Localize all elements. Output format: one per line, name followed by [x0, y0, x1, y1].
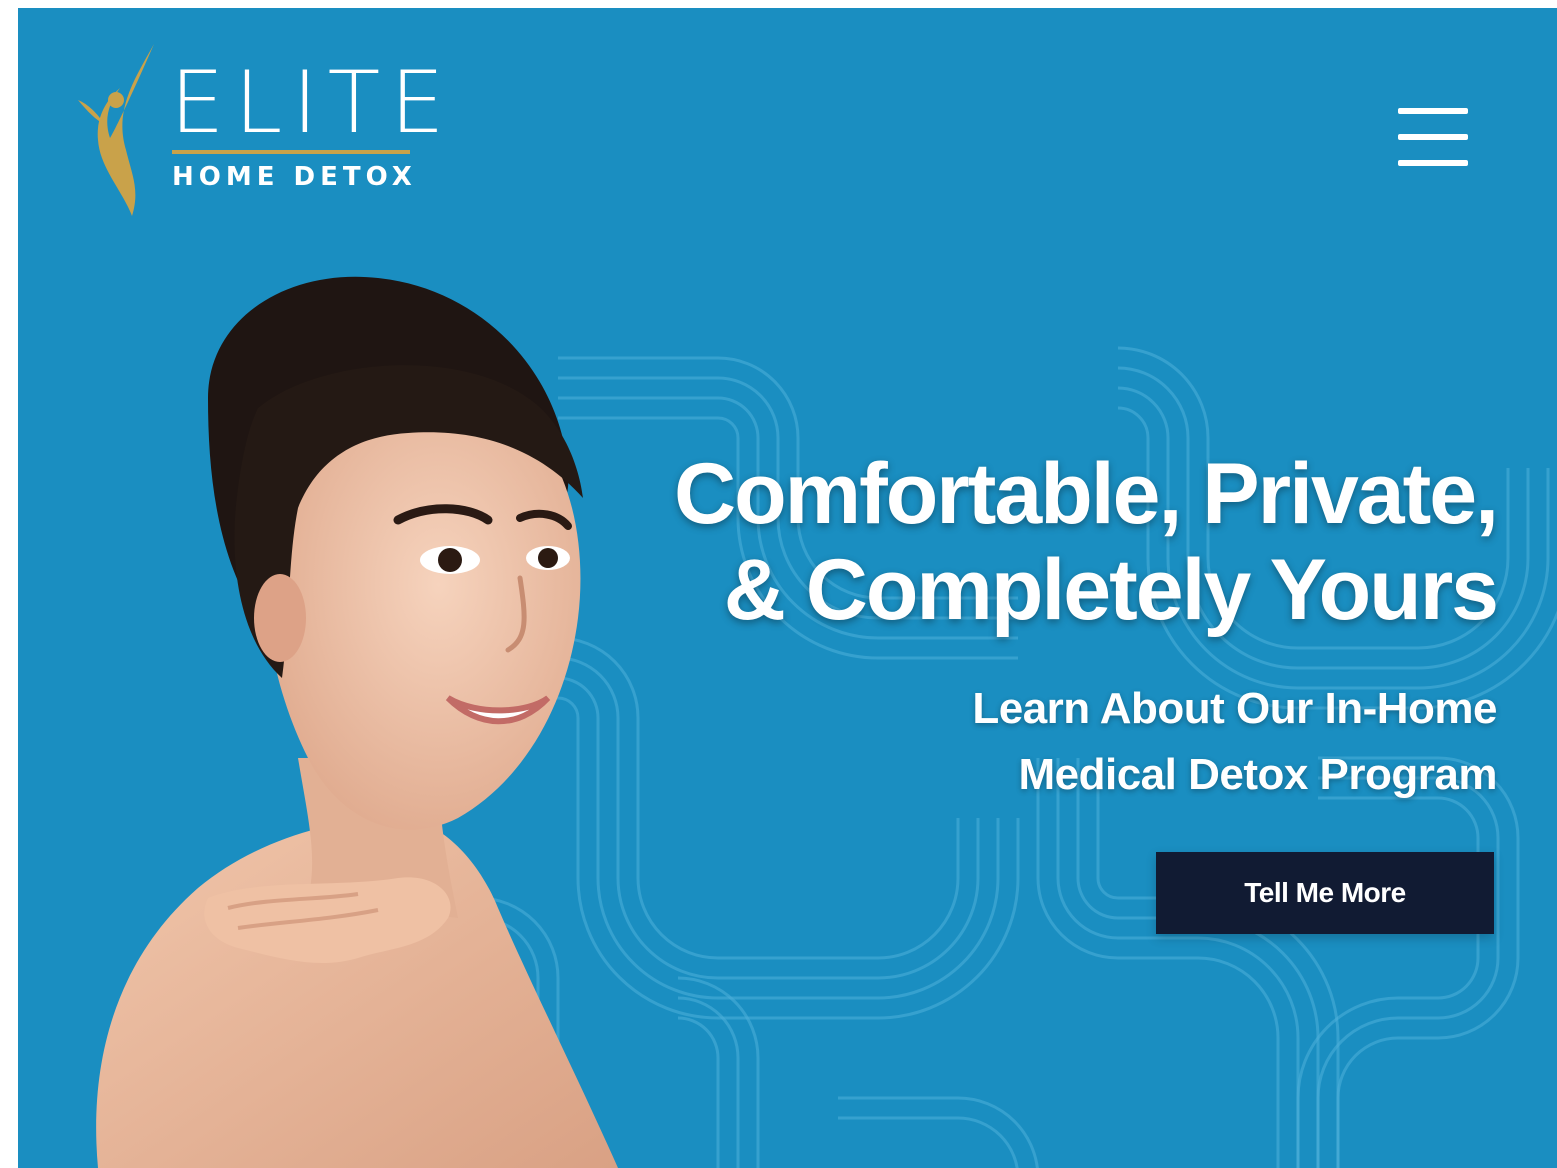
menu-bar-top	[1398, 108, 1468, 114]
logo-subtitle: HOME DETOX	[172, 162, 417, 192]
logo-divider	[172, 150, 410, 154]
menu-bar-middle	[1398, 134, 1468, 140]
hero-headline: Comfortable, Private, & Completely Yours	[674, 446, 1499, 638]
brand-logo[interactable]: ELITE HOME DETOX	[74, 40, 444, 220]
logo-wordmark: ELITE	[170, 53, 455, 153]
hero-section: ELITE HOME DETOX Comfortable, Private, &…	[18, 8, 1557, 1168]
hamburger-menu-icon[interactable]	[1394, 104, 1472, 170]
smiling-woman-photo	[96, 276, 618, 1168]
headline-line-2: & Completely Yours	[723, 542, 1499, 638]
subheadline-line-2: Medical Detox Program	[1018, 750, 1497, 799]
headline-line-1: Comfortable, Private,	[674, 446, 1499, 542]
menu-bar-bottom	[1398, 160, 1468, 166]
subheadline-line-1: Learn About Our In-Home	[972, 684, 1497, 733]
tell-me-more-button[interactable]: Tell Me More	[1156, 852, 1494, 934]
hero-subheadline: Learn About Our In-Home Medical Detox Pr…	[972, 676, 1497, 808]
figure-mark-icon	[78, 44, 154, 216]
